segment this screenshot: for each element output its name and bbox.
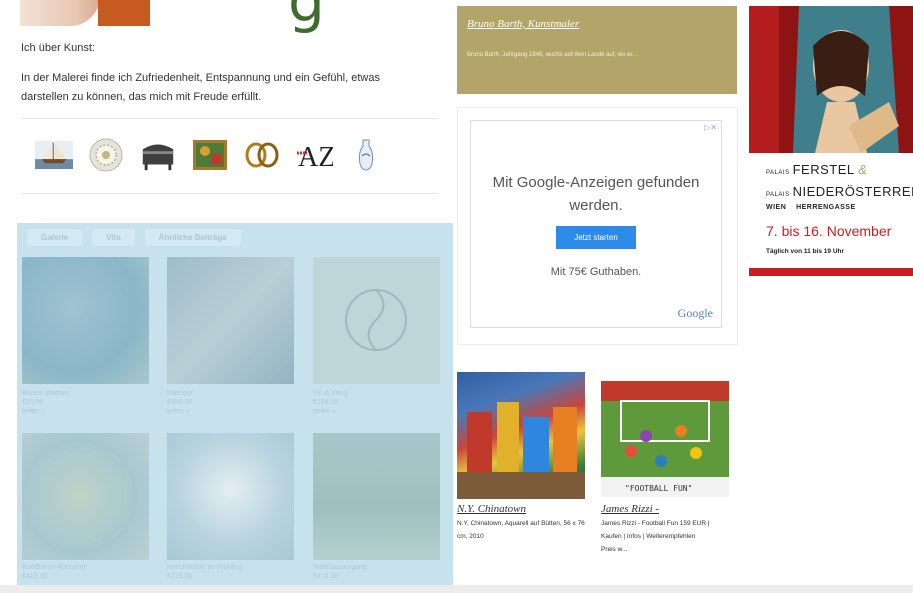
banner-ampersand: &	[858, 162, 868, 177]
banner-street: HERRENGASSE	[796, 204, 856, 211]
a-z-icon[interactable]: AZ	[295, 136, 333, 174]
tab-aehnliche-beitraege[interactable]: Ähnliche Beiträge	[144, 229, 241, 246]
gallery-tile-caption: Interieur €450.00 teilen »	[167, 390, 193, 415]
product-title-link[interactable]: James Rizzi -	[601, 503, 659, 515]
gallery-tile-caption: Kirschblüten im Frühling €215.00	[167, 564, 243, 580]
gallery-tile[interactable]	[22, 433, 149, 560]
gallery-tabs: Galerie Vita Ähnliche Beiträge	[27, 229, 241, 246]
product-image[interactable]: "FOOTBALL FUN"	[601, 381, 729, 497]
banner-palais-label: PALAIS	[766, 192, 790, 198]
banner-city: WIEN	[766, 204, 787, 211]
banner-portrait	[749, 6, 913, 153]
banner-address: WIEN HERRENGASSE	[766, 204, 856, 211]
banner-palais-label: PALAIS	[766, 170, 790, 176]
exhibition-banner[interactable]: PALAISFERSTEL & PALAISNIEDERÖSTERREICH W…	[749, 6, 913, 276]
gallery-tile[interactable]	[167, 433, 294, 560]
product-image[interactable]	[457, 372, 585, 499]
porcelain-plate-icon[interactable]	[87, 136, 125, 174]
banner-accent-bar	[749, 268, 913, 276]
gallery-tile-caption: Blaues Wasser €10.00 teilen »	[22, 390, 69, 415]
about-text: In der Malerei finde ich Zufriedenheit, …	[21, 72, 380, 103]
ad-choices-icon[interactable]: ▷✕	[704, 123, 717, 132]
gallery-tile[interactable]	[22, 257, 149, 384]
product-image-text: "FOOTBALL FUN"	[625, 484, 692, 493]
tab-galerie[interactable]: Galerie	[27, 229, 83, 246]
gallery-tile[interactable]	[167, 257, 294, 384]
page-heading-fragment: g	[288, 0, 325, 35]
gallery-tile-caption: Waldspaziergang €415.00	[313, 564, 367, 580]
divider	[21, 118, 438, 119]
ad-subline: Mit 75€ Guthaben.	[550, 266, 642, 278]
artist-avatar	[20, 0, 150, 26]
gallery-tile[interactable]	[313, 257, 440, 384]
gallery-tile[interactable]	[313, 433, 440, 560]
ship-painting-icon[interactable]	[35, 136, 73, 174]
category-icon-strip: AZ	[33, 130, 388, 180]
ad-start-button[interactable]: Jetzt starten	[556, 226, 636, 249]
banner-hours: Täglich von 11 bis 19 Uhr	[766, 248, 845, 255]
gallery-tile-caption: Yin & Yang €120.00 teilen »	[313, 390, 348, 415]
brooch-icon[interactable]	[243, 136, 281, 174]
google-ad[interactable]: ▷✕ Mit Google-Anzeigen gefunden werden. …	[470, 120, 722, 328]
about-label: Ich über Kunst:	[21, 42, 95, 54]
product-description: N.Y. Chinatown, Aquarell auf Bütten, 56 …	[457, 520, 585, 540]
a-z-label: AZ	[298, 142, 333, 171]
antique-chest-icon[interactable]	[139, 136, 177, 174]
divider	[21, 193, 438, 194]
product-description: James Rizzi - Football Fun 159 EUR | Kau…	[601, 520, 710, 553]
tab-vita[interactable]: Vita	[92, 229, 135, 246]
artist-summary: Bruno Barth, Jahrgang 1949, wuchs auf de…	[467, 52, 638, 58]
gallery-tile-caption: Buddha im Abendrot €415.00	[22, 564, 86, 580]
painting-icon[interactable]	[191, 136, 229, 174]
google-logo: Google	[677, 306, 713, 320]
artist-info-box: Bruno Barth, Kunstmaler Bruno Barth, Jah…	[457, 6, 737, 94]
banner-venue-1: PALAIS FERSTEL &	[766, 162, 868, 177]
page-footer-strip	[0, 585, 913, 593]
ad-container: ▷✕ Mit Google-Anzeigen gefunden werden. …	[457, 107, 738, 345]
product-title-link[interactable]: N.Y. Chinatown	[457, 503, 526, 515]
artist-title-link[interactable]: Bruno Barth, Kunstmaler	[467, 18, 579, 30]
gallery-panel: Galerie Vita Ähnliche Beiträge Blaues Wa…	[17, 223, 453, 586]
banner-dates: 7. bis 16. November	[766, 223, 892, 239]
ad-headline: Mit Google-Anzeigen gefunden werden.	[492, 174, 700, 214]
banner-venue-2: PALAISNIEDERÖSTERREICH	[766, 184, 913, 199]
vase-icon[interactable]	[347, 136, 385, 174]
